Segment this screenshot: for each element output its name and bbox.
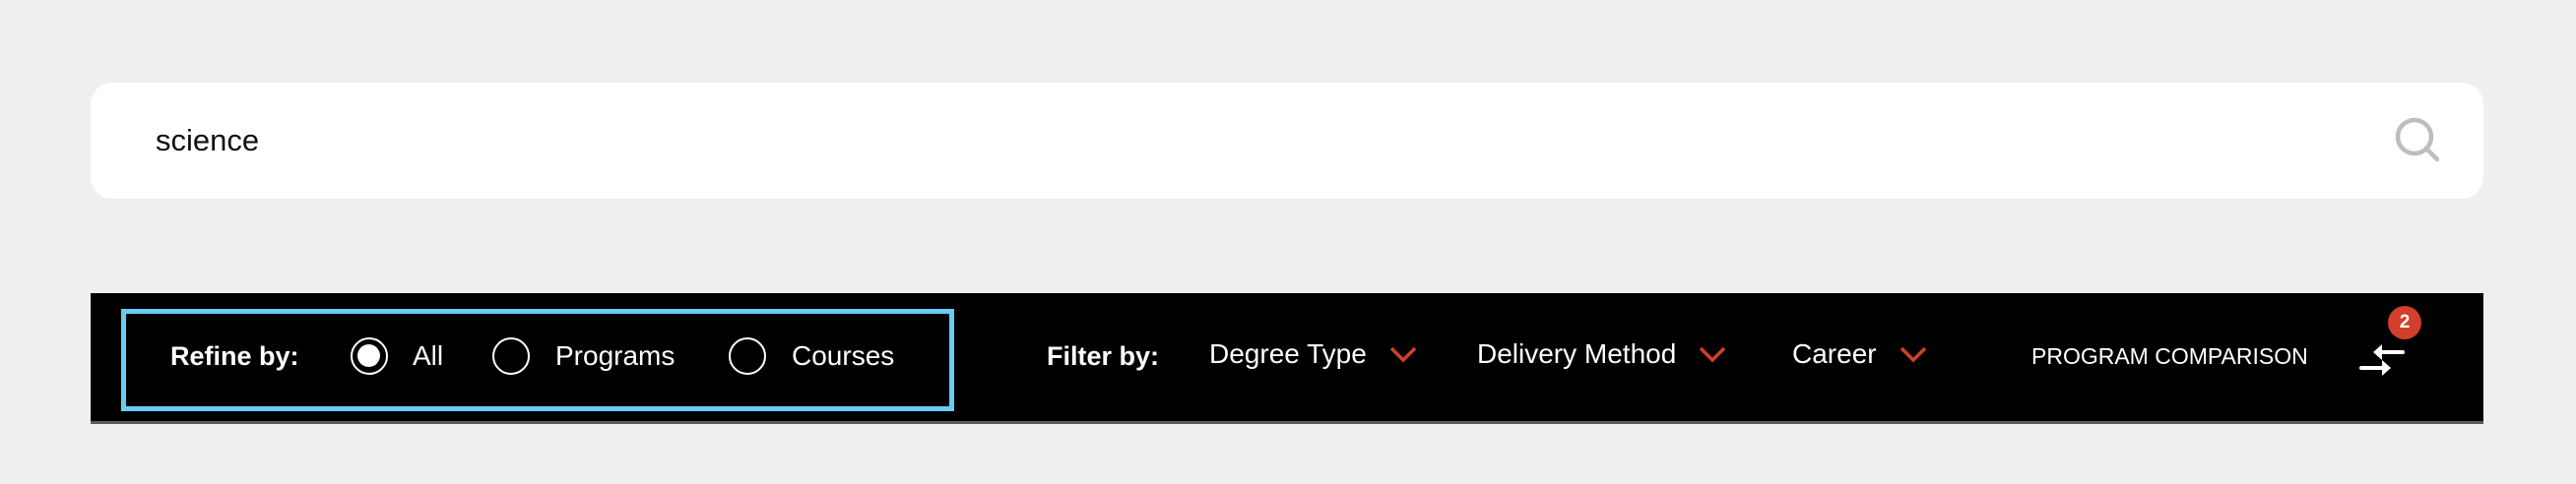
compare-arrows-icon[interactable] bbox=[2357, 342, 2407, 378]
filter-bar: Refine by: All Programs Courses Filter b… bbox=[91, 293, 2483, 424]
dropdown-career[interactable]: Career bbox=[1792, 340, 1928, 368]
radio-all[interactable] bbox=[351, 337, 388, 375]
search-input[interactable] bbox=[156, 83, 2322, 199]
radio-programs-label[interactable]: Programs bbox=[555, 342, 675, 370]
chevron-down-icon bbox=[1700, 346, 1726, 363]
radio-programs[interactable] bbox=[492, 337, 530, 375]
dropdown-degree-type-label: Degree Type bbox=[1209, 338, 1367, 369]
refine-label: Refine by: bbox=[170, 341, 299, 371]
program-comparison-link[interactable]: PROGRAM COMPARISON bbox=[2031, 345, 2308, 368]
chevron-down-icon bbox=[1389, 346, 1417, 363]
dropdown-degree-type[interactable]: Degree Type bbox=[1209, 340, 1418, 368]
comparison-count-badge: 2 bbox=[2388, 306, 2421, 339]
radio-courses-label[interactable]: Courses bbox=[792, 342, 894, 370]
search-box bbox=[91, 83, 2483, 199]
radio-all-label[interactable]: All bbox=[413, 342, 443, 370]
chevron-down-icon bbox=[1900, 346, 1926, 363]
radio-courses[interactable] bbox=[729, 337, 766, 375]
filter-label: Filter by: bbox=[1047, 341, 1160, 371]
dropdown-delivery-method-label: Delivery Method bbox=[1477, 338, 1677, 369]
search-icon[interactable] bbox=[2395, 117, 2442, 164]
dropdown-career-label: Career bbox=[1792, 338, 1877, 369]
dropdown-delivery-method[interactable]: Delivery Method bbox=[1477, 340, 1727, 368]
